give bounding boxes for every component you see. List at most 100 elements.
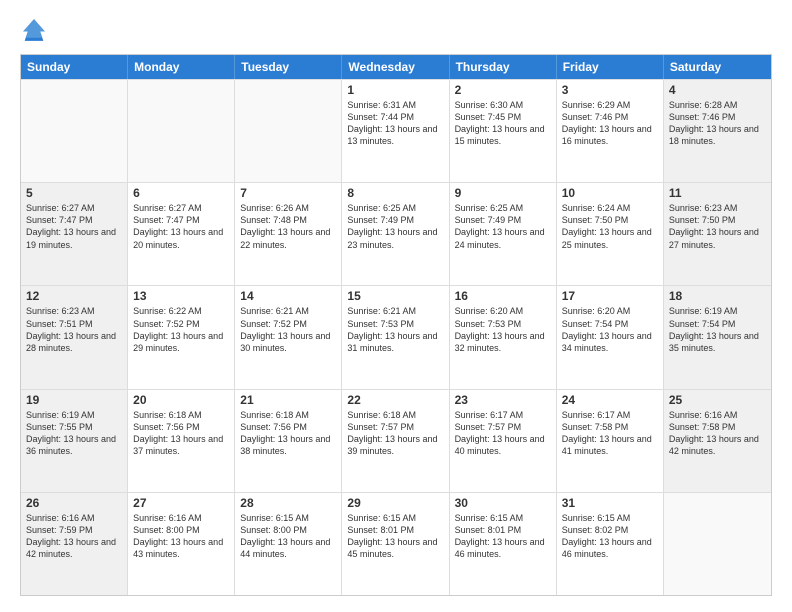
day-number: 18	[669, 289, 766, 303]
calendar-cell: 5 Sunrise: 6:27 AM Sunset: 7:47 PM Daylig…	[21, 183, 128, 285]
day-header-wednesday: Wednesday	[342, 55, 449, 79]
cell-info: Sunrise: 6:19 AM Sunset: 7:55 PM Dayligh…	[26, 410, 116, 456]
calendar-cell: 16 Sunrise: 6:20 AM Sunset: 7:53 PM Dayli…	[450, 286, 557, 388]
calendar: SundayMondayTuesdayWednesdayThursdayFrid…	[20, 54, 772, 596]
calendar-cell: 19 Sunrise: 6:19 AM Sunset: 7:55 PM Dayli…	[21, 390, 128, 492]
calendar-cell: 17 Sunrise: 6:20 AM Sunset: 7:54 PM Dayli…	[557, 286, 664, 388]
cell-info: Sunrise: 6:25 AM Sunset: 7:49 PM Dayligh…	[455, 203, 545, 249]
calendar-cell: 22 Sunrise: 6:18 AM Sunset: 7:57 PM Dayli…	[342, 390, 449, 492]
calendar-cell: 27 Sunrise: 6:16 AM Sunset: 8:00 PM Dayli…	[128, 493, 235, 595]
logo	[20, 16, 52, 44]
day-header-friday: Friday	[557, 55, 664, 79]
cell-info: Sunrise: 6:16 AM Sunset: 7:59 PM Dayligh…	[26, 513, 116, 559]
cell-info: Sunrise: 6:23 AM Sunset: 7:51 PM Dayligh…	[26, 306, 116, 352]
day-number: 11	[669, 186, 766, 200]
calendar-cell: 18 Sunrise: 6:19 AM Sunset: 7:54 PM Dayli…	[664, 286, 771, 388]
calendar-cell: 10Sunrise: 6:24 AM Sunset: 7:50 PM Dayli…	[557, 183, 664, 285]
cell-info: Sunrise: 6:18 AM Sunset: 7:57 PM Dayligh…	[347, 410, 437, 456]
day-number: 5	[26, 186, 122, 200]
day-number: 9	[455, 186, 551, 200]
cell-info: Sunrise: 6:17 AM Sunset: 7:57 PM Dayligh…	[455, 410, 545, 456]
calendar-cell: 26Sunrise: 6:16 AM Sunset: 7:59 PM Dayli…	[21, 493, 128, 595]
cell-info: Sunrise: 6:23 AM Sunset: 7:50 PM Dayligh…	[669, 203, 759, 249]
calendar-row-1: 1Sunrise: 6:31 AM Sunset: 7:44 PM Daylig…	[21, 79, 771, 182]
day-header-tuesday: Tuesday	[235, 55, 342, 79]
day-number: 7	[240, 186, 336, 200]
day-number: 13	[133, 289, 229, 303]
calendar-cell: 30 Sunrise: 6:15 AM Sunset: 8:01 PM Dayli…	[450, 493, 557, 595]
cell-info: Sunrise: 6:27 AM Sunset: 7:47 PM Dayligh…	[26, 203, 116, 249]
cell-info: Sunrise: 6:15 AM Sunset: 8:00 PM Dayligh…	[240, 513, 330, 559]
calendar-cell: 13Sunrise: 6:22 AM Sunset: 7:52 PM Dayli…	[128, 286, 235, 388]
page: SundayMondayTuesdayWednesdayThursdayFrid…	[0, 0, 792, 612]
calendar-cell	[128, 80, 235, 182]
day-number: 8	[347, 186, 443, 200]
calendar-cell: 24 Sunrise: 6:17 AM Sunset: 7:58 PM Dayli…	[557, 390, 664, 492]
calendar-cell: 11 Sunrise: 6:23 AM Sunset: 7:50 PM Dayli…	[664, 183, 771, 285]
day-number: 21	[240, 393, 336, 407]
calendar-cell: 28 Sunrise: 6:15 AM Sunset: 8:00 PM Dayli…	[235, 493, 342, 595]
day-number: 31	[562, 496, 658, 510]
day-header-sunday: Sunday	[21, 55, 128, 79]
day-header-saturday: Saturday	[664, 55, 771, 79]
calendar-row-3: 12 Sunrise: 6:23 AM Sunset: 7:51 PM Dayli…	[21, 285, 771, 388]
cell-info: Sunrise: 6:30 AM Sunset: 7:45 PM Dayligh…	[455, 100, 545, 146]
cell-info: Sunrise: 6:21 AM Sunset: 7:52 PM Dayligh…	[240, 306, 330, 352]
calendar-cell: 20 Sunrise: 6:18 AM Sunset: 7:56 PM Dayli…	[128, 390, 235, 492]
day-number: 16	[455, 289, 551, 303]
calendar-cell	[664, 493, 771, 595]
day-number: 1	[347, 83, 443, 97]
day-number: 24	[562, 393, 658, 407]
day-number: 29	[347, 496, 443, 510]
day-number: 20	[133, 393, 229, 407]
day-number: 25	[669, 393, 766, 407]
calendar-cell: 12 Sunrise: 6:23 AM Sunset: 7:51 PM Dayli…	[21, 286, 128, 388]
day-number: 14	[240, 289, 336, 303]
logo-icon	[20, 16, 48, 44]
cell-info: Sunrise: 6:18 AM Sunset: 7:56 PM Dayligh…	[240, 410, 330, 456]
day-number: 10	[562, 186, 658, 200]
calendar-cell	[235, 80, 342, 182]
calendar-cell: 15Sunrise: 6:21 AM Sunset: 7:53 PM Dayli…	[342, 286, 449, 388]
calendar-body: 1Sunrise: 6:31 AM Sunset: 7:44 PM Daylig…	[21, 79, 771, 595]
cell-info: Sunrise: 6:17 AM Sunset: 7:58 PM Dayligh…	[562, 410, 652, 456]
cell-info: Sunrise: 6:18 AM Sunset: 7:56 PM Dayligh…	[133, 410, 223, 456]
cell-info: Sunrise: 6:20 AM Sunset: 7:53 PM Dayligh…	[455, 306, 545, 352]
calendar-cell: 23Sunrise: 6:17 AM Sunset: 7:57 PM Dayli…	[450, 390, 557, 492]
cell-info: Sunrise: 6:26 AM Sunset: 7:48 PM Dayligh…	[240, 203, 330, 249]
calendar-row-4: 19 Sunrise: 6:19 AM Sunset: 7:55 PM Dayli…	[21, 389, 771, 492]
day-number: 28	[240, 496, 336, 510]
cell-info: Sunrise: 6:15 AM Sunset: 8:02 PM Dayligh…	[562, 513, 652, 559]
day-number: 27	[133, 496, 229, 510]
calendar-cell: 6 Sunrise: 6:27 AM Sunset: 7:47 PM Daylig…	[128, 183, 235, 285]
day-number: 17	[562, 289, 658, 303]
day-header-monday: Monday	[128, 55, 235, 79]
day-number: 30	[455, 496, 551, 510]
cell-info: Sunrise: 6:16 AM Sunset: 8:00 PM Dayligh…	[133, 513, 223, 559]
calendar-cell: 25Sunrise: 6:16 AM Sunset: 7:58 PM Dayli…	[664, 390, 771, 492]
day-number: 19	[26, 393, 122, 407]
day-header-thursday: Thursday	[450, 55, 557, 79]
cell-info: Sunrise: 6:27 AM Sunset: 7:47 PM Dayligh…	[133, 203, 223, 249]
cell-info: Sunrise: 6:25 AM Sunset: 7:49 PM Dayligh…	[347, 203, 437, 249]
calendar-cell: 31 Sunrise: 6:15 AM Sunset: 8:02 PM Dayli…	[557, 493, 664, 595]
calendar-cell	[21, 80, 128, 182]
calendar-cell: 29Sunrise: 6:15 AM Sunset: 8:01 PM Dayli…	[342, 493, 449, 595]
calendar-cell: 3Sunrise: 6:29 AM Sunset: 7:46 PM Daylig…	[557, 80, 664, 182]
calendar-cell: 4 Sunrise: 6:28 AM Sunset: 7:46 PM Daylig…	[664, 80, 771, 182]
day-number: 12	[26, 289, 122, 303]
calendar-row-2: 5 Sunrise: 6:27 AM Sunset: 7:47 PM Daylig…	[21, 182, 771, 285]
cell-info: Sunrise: 6:21 AM Sunset: 7:53 PM Dayligh…	[347, 306, 437, 352]
calendar-cell: 8 Sunrise: 6:25 AM Sunset: 7:49 PM Daylig…	[342, 183, 449, 285]
day-number: 2	[455, 83, 551, 97]
calendar-cell: 9 Sunrise: 6:25 AM Sunset: 7:49 PM Daylig…	[450, 183, 557, 285]
calendar-cell: 21 Sunrise: 6:18 AM Sunset: 7:56 PM Dayli…	[235, 390, 342, 492]
cell-info: Sunrise: 6:28 AM Sunset: 7:46 PM Dayligh…	[669, 100, 759, 146]
day-number: 6	[133, 186, 229, 200]
cell-info: Sunrise: 6:19 AM Sunset: 7:54 PM Dayligh…	[669, 306, 759, 352]
cell-info: Sunrise: 6:15 AM Sunset: 8:01 PM Dayligh…	[455, 513, 545, 559]
day-number: 3	[562, 83, 658, 97]
day-number: 4	[669, 83, 766, 97]
cell-info: Sunrise: 6:20 AM Sunset: 7:54 PM Dayligh…	[562, 306, 652, 352]
day-number: 22	[347, 393, 443, 407]
